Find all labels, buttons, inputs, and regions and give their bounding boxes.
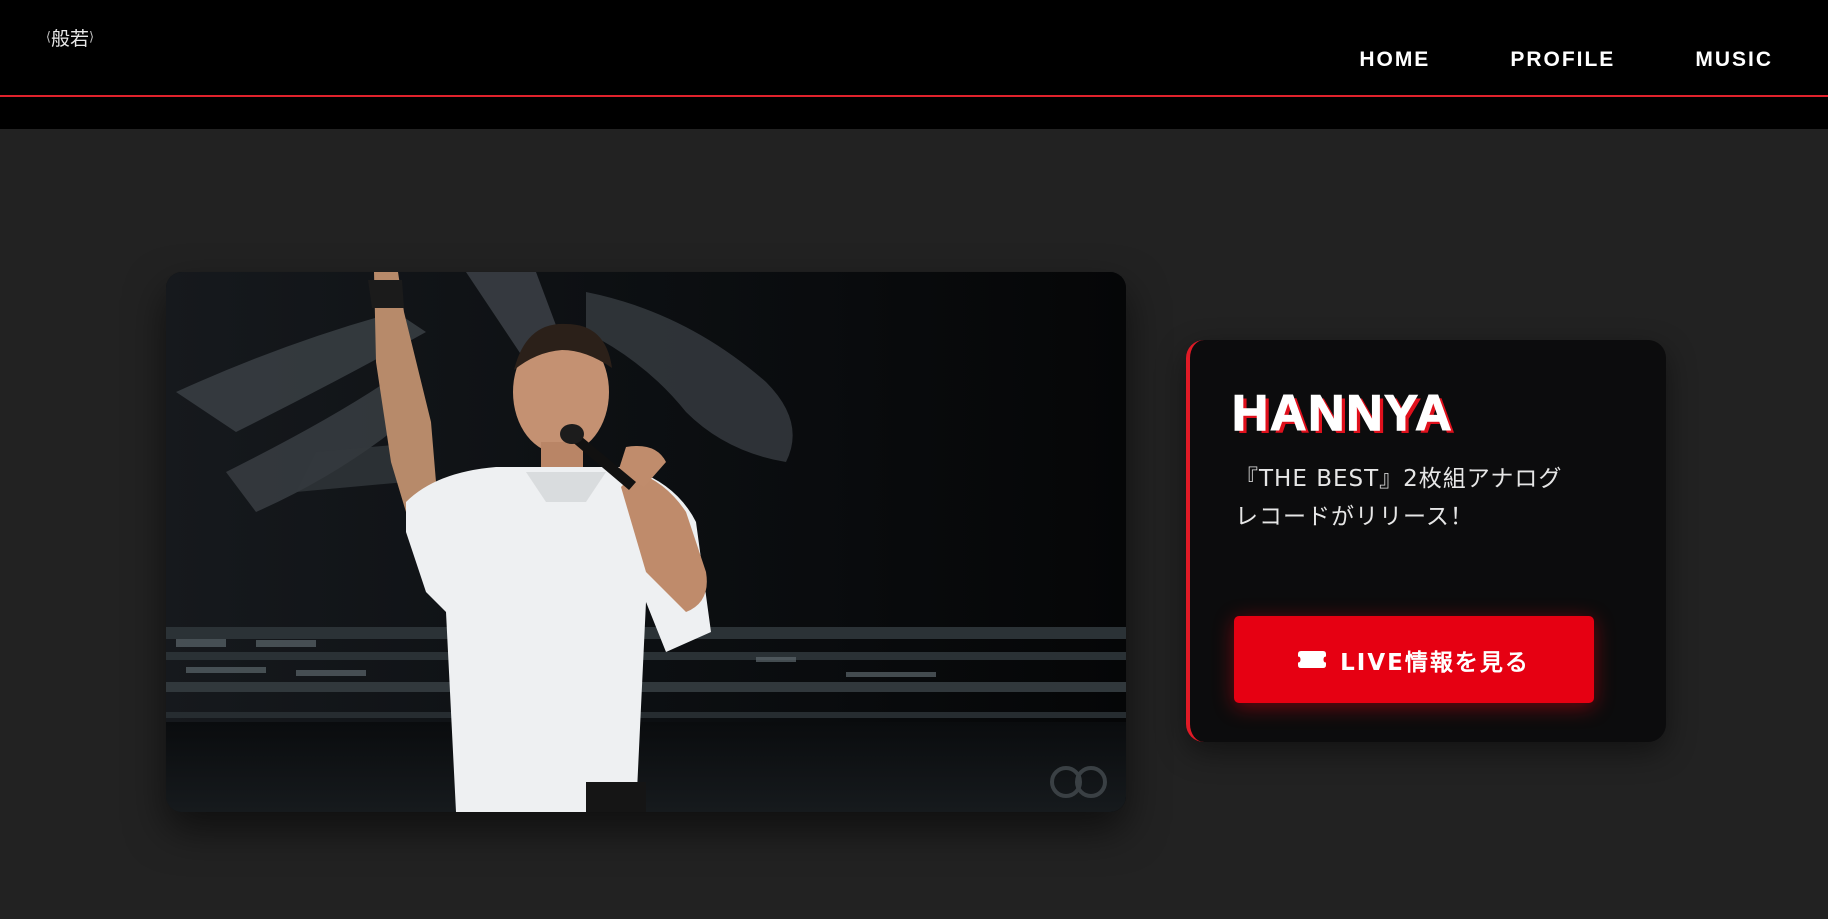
ticket-icon (1298, 651, 1327, 668)
site-logo[interactable]: ⟨ 般若 ⟩ (42, 20, 98, 54)
header-band (0, 97, 1828, 129)
main-nav: HOME PROFILE MUSIC (1279, 48, 1773, 72)
release-announcement: 『THE BEST』2枚組アナログ レコードがリリース！ (1235, 460, 1575, 536)
logo-text: 般若 (50, 27, 89, 50)
release-line-1: 『THE BEST』2枚組アナログ (1235, 466, 1563, 492)
live-info-button[interactable]: LIVE情報を見る (1234, 616, 1594, 703)
hero-live-photo (166, 272, 1126, 812)
nav-music[interactable]: MUSIC (1695, 48, 1773, 72)
nav-profile[interactable]: PROFILE (1510, 48, 1615, 72)
hero-info-card: HANNYA 『THE BEST』2枚組アナログ レコードがリリース！ LIVE… (1186, 340, 1666, 742)
logo-ornament-right: ⟩ (89, 29, 95, 45)
artist-title: HANNYA (1231, 384, 1454, 442)
nav-home[interactable]: HOME (1359, 48, 1430, 72)
live-performance-photo (166, 272, 1126, 812)
live-info-button-label: LIVE情報を見る (1340, 649, 1530, 676)
site-header: ⟨ 般若 ⟩ HOME PROFILE MUSIC (0, 0, 1828, 97)
release-line-2: レコードがリリース！ (1235, 504, 1474, 530)
